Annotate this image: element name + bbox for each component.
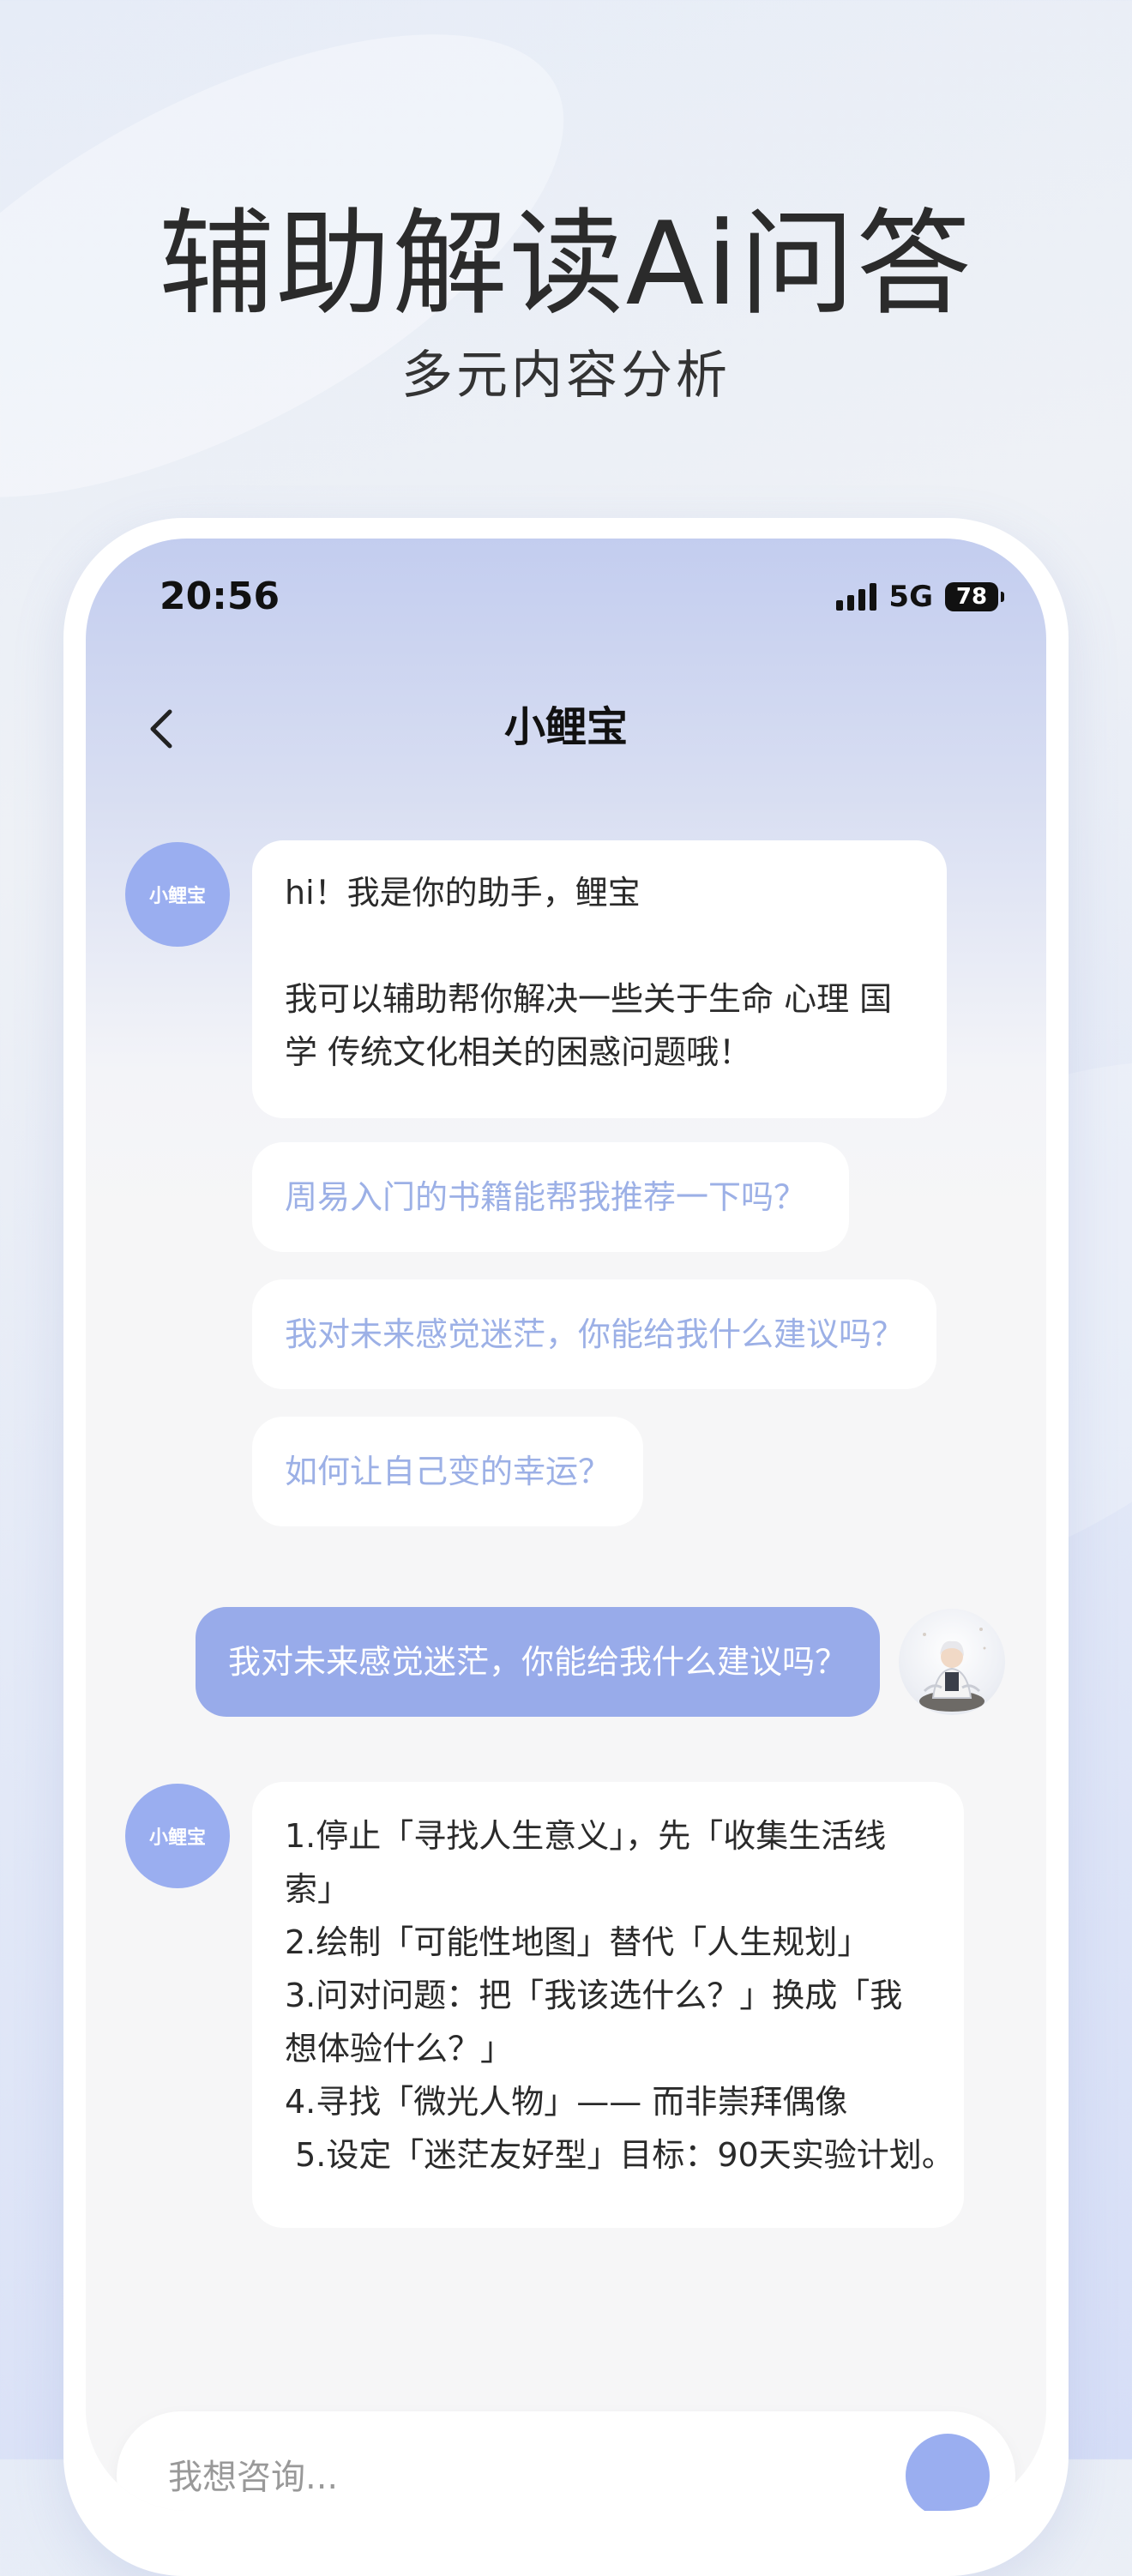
send-button[interactable]	[906, 2434, 990, 2511]
suggestion-chip[interactable]: 我对未来感觉迷茫，你能给我什么建议吗？	[252, 1279, 936, 1389]
bot-answer-bubble: 1.停止「寻找人生意义」，先「收集生活线索」 2.绘制「可能性地图」替代「人生规…	[252, 1782, 964, 2228]
suggestion-chip[interactable]: 周易入门的书籍能帮我推荐一下吗？	[252, 1142, 849, 1252]
answer-line: 1.停止「寻找人生意义」，先「收集生活线索」	[285, 1817, 887, 1908]
user-message-bubble: 我对未来感觉迷茫，你能给我什么建议吗？	[196, 1607, 880, 1717]
network-type: 5G	[888, 580, 933, 614]
promo-headline: 辅助解读Ai问答	[159, 197, 973, 331]
user-avatar-illustration	[919, 1628, 986, 1712]
promo-subheadline: 多元内容分析	[401, 346, 731, 406]
bot-greeting-bubble: hi！我是你的助手，鲤宝 我可以辅助帮你解决一些关于生命 心理 国学 传统文化相…	[252, 840, 947, 1118]
bot-avatar-label: 小鲤宝	[148, 886, 206, 907]
answer-line: 5.设定「迷茫友好型」目标：90天实验计划。	[285, 2136, 954, 2174]
answer-line: 3.问对问题：把「我该选什么？」换成「我想体验什么？」	[285, 1977, 903, 2067]
bot-avatar: 小鲤宝	[125, 842, 230, 947]
bot-avatar: 小鲤宝	[125, 1784, 230, 1888]
user-avatar[interactable]	[899, 1609, 1005, 1715]
greeting-line: hi！我是你的助手，鲤宝	[285, 874, 641, 912]
status-indicators: 5G 78	[836, 580, 1004, 614]
answer-line: 2.绘制「可能性地图」替代「人生规划」	[285, 1923, 870, 1961]
greeting-line: 我可以辅助帮你解决一些关于生命 心理 国学 传统文化相关的困惑问题哦！	[285, 980, 893, 1071]
message-input-bar[interactable]: 我想咨询...	[117, 2411, 1015, 2511]
status-time: 20:56	[160, 575, 280, 618]
message-input-placeholder[interactable]: 我想咨询...	[168, 2449, 338, 2499]
answer-line: 4.寻找「微光人物」—— 而非崇拜偶像	[285, 2083, 848, 2121]
battery-level: 78	[955, 584, 988, 610]
page-title: 小鲤宝	[503, 703, 628, 751]
bot-avatar-label: 小鲤宝	[148, 1827, 206, 1849]
battery-icon: 78	[945, 582, 1004, 611]
phone-screen: 20:56 5G 78 小鲤宝 小鲤宝 hi！我是你的助手，鲤宝 我可以辅助帮你…	[86, 539, 1046, 2511]
suggestion-chip[interactable]: 如何让自己变的幸运？	[252, 1417, 643, 1526]
signal-icon	[836, 583, 877, 611]
